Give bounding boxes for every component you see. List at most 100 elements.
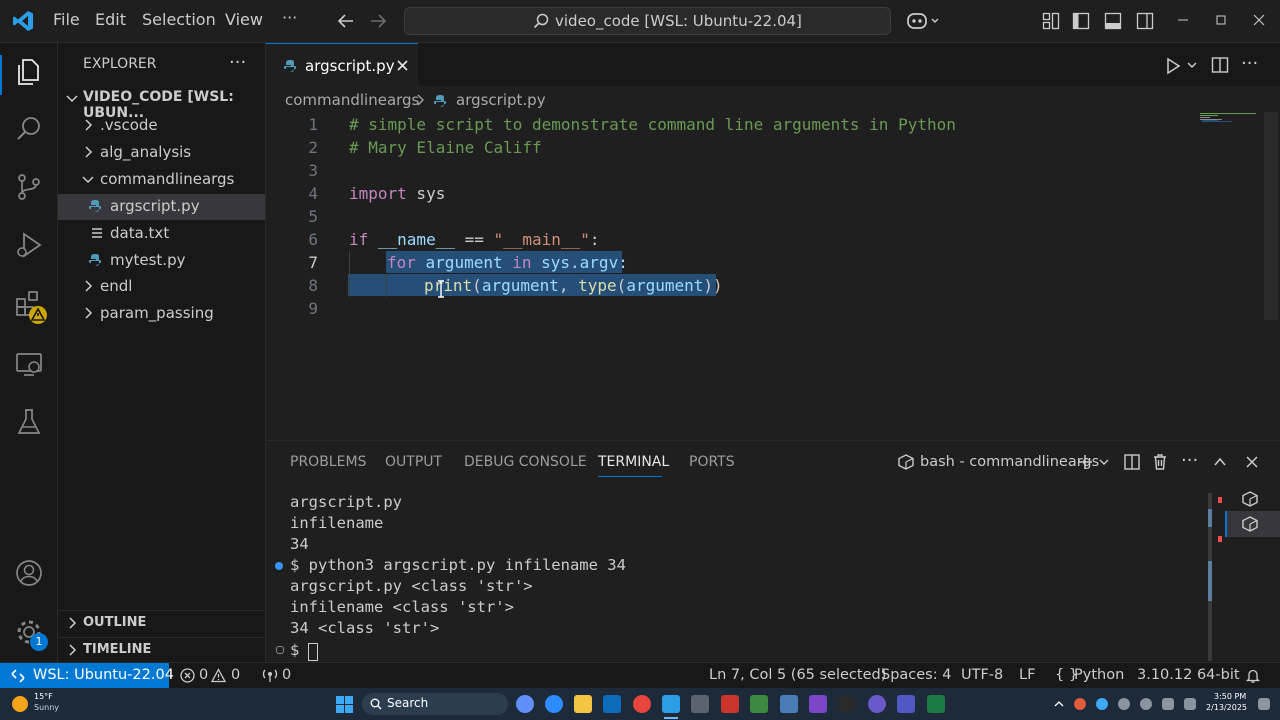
editor-scrollbar[interactable] — [1264, 112, 1278, 320]
breadcrumb-folder[interactable]: commandlineargs — [285, 91, 419, 109]
panel-more-icon[interactable]: ··· — [1181, 450, 1198, 471]
file-explorer-icon[interactable] — [574, 695, 592, 713]
command-center[interactable]: video_code [WSL: Ubuntu-22.04] — [404, 7, 891, 35]
sidebar-more-icon[interactable]: ··· — [229, 52, 246, 73]
app-icon-settings[interactable] — [780, 695, 798, 713]
discord-icon[interactable] — [868, 695, 886, 713]
remote-indicator[interactable]: WSL: Ubuntu-22.04 — [0, 663, 174, 688]
visual-studio-icon[interactable] — [809, 695, 827, 713]
chevron-down-icon[interactable] — [1186, 59, 1198, 71]
menu-file[interactable]: File — [53, 10, 80, 29]
copilot-icon[interactable] — [906, 11, 940, 31]
clock-time[interactable]: 3:50 PM — [1214, 692, 1246, 701]
onedrive-icon[interactable] — [1096, 698, 1108, 710]
maximize-icon[interactable] — [1214, 13, 1228, 27]
chevron-down-icon[interactable] — [1098, 456, 1110, 468]
vscode-taskbar-icon[interactable] — [662, 695, 680, 713]
tree-item-alg-analysis[interactable]: alg_analysis — [58, 140, 265, 166]
taskbar-search-box[interactable]: Search — [362, 693, 508, 715]
menu-view[interactable]: View — [225, 10, 263, 29]
indentation[interactable]: Spaces: 4 — [881, 667, 951, 683]
toggle-primary-sidebar-icon[interactable] — [1072, 12, 1090, 30]
source-control-icon[interactable] — [14, 172, 44, 202]
workspace-root[interactable]: VIDEO_CODE [WSL: UBUN... — [58, 86, 265, 121]
tab-problems[interactable]: PROBLEMS — [290, 454, 366, 470]
menu-more-icon[interactable]: ··· — [282, 8, 297, 27]
tab-ports[interactable]: PORTS — [689, 454, 735, 470]
split-editor-icon[interactable] — [1211, 56, 1229, 74]
accounts-icon[interactable] — [14, 558, 44, 588]
terminal-instance-bash-2[interactable] — [1225, 511, 1280, 537]
minimize-icon[interactable] — [1176, 13, 1190, 27]
maximize-panel-icon[interactable] — [1212, 454, 1228, 470]
toggle-panel-icon[interactable] — [1104, 12, 1122, 30]
terminal-app-icon[interactable] — [691, 695, 709, 713]
editor-more-icon[interactable]: ··· — [1241, 53, 1258, 74]
tree-item-commandlineargs[interactable]: commandlineargs — [58, 167, 265, 193]
language-mode[interactable]: Python — [1074, 667, 1124, 683]
cursor-position[interactable]: Ln 7, Col 5 (65 selected) — [709, 667, 886, 683]
run-python-file-icon[interactable] — [1164, 57, 1182, 75]
tray-icon[interactable] — [1074, 698, 1086, 710]
clock-date[interactable]: 2/13/2025 — [1206, 703, 1247, 712]
terminal[interactable]: argscript.py infilename 34 $ python3 arg… — [266, 491, 1206, 663]
toggle-secondary-sidebar-icon[interactable] — [1136, 12, 1154, 30]
outline-section[interactable]: OUTLINE — [58, 610, 265, 634]
ports-indicator[interactable]: 0 — [262, 663, 292, 688]
tree-item-param-passing[interactable]: param_passing — [58, 301, 265, 327]
code-editor[interactable]: 1 2 3 4 5 6 7 8 9 # simple script to dem… — [266, 112, 1280, 440]
back-arrow-icon[interactable] — [337, 12, 355, 30]
search-icon[interactable] — [14, 114, 44, 144]
windows-start-icon[interactable] — [336, 696, 353, 713]
end-of-line[interactable]: LF — [1019, 667, 1035, 683]
app-icon-green[interactable] — [750, 695, 768, 713]
tray-icon[interactable] — [1140, 698, 1152, 710]
close-panel-icon[interactable] — [1244, 454, 1260, 470]
testing-icon[interactable] — [14, 407, 44, 437]
copilot-app-icon[interactable] — [516, 695, 534, 713]
minimap[interactable] — [1198, 112, 1264, 124]
customize-layout-icon[interactable] — [1042, 12, 1060, 30]
tab-debug-console[interactable]: DEBUG CONSOLE — [464, 454, 587, 470]
terminal-name[interactable]: bash - commandlineargs — [920, 454, 1099, 470]
tab-argscript[interactable]: argscript.py — [266, 43, 418, 86]
menu-edit[interactable]: Edit — [95, 10, 126, 29]
chrome-icon[interactable] — [633, 695, 651, 713]
new-terminal-icon[interactable] — [1076, 453, 1094, 471]
wifi-icon[interactable] — [1162, 698, 1174, 710]
tree-item-endl[interactable]: endl — [58, 274, 265, 300]
excel-icon[interactable] — [927, 695, 945, 713]
notifications-bell-icon[interactable] — [1245, 668, 1261, 684]
run-debug-icon[interactable] — [14, 230, 44, 260]
python-interpreter[interactable]: 3.10.12 64-bit — [1137, 667, 1240, 683]
outlook-icon[interactable] — [603, 695, 621, 713]
close-window-icon[interactable] — [1252, 13, 1266, 27]
explorer-icon[interactable] — [14, 57, 44, 87]
split-terminal-icon[interactable] — [1123, 453, 1141, 471]
menu-selection[interactable]: Selection — [142, 10, 216, 29]
weather-sun-icon[interactable] — [12, 696, 28, 712]
app-icon-dark[interactable] — [838, 695, 856, 713]
tree-item-vscode[interactable]: .vscode — [58, 113, 265, 139]
tray-icon[interactable] — [1118, 698, 1130, 710]
chevron-up-icon[interactable] — [1054, 699, 1064, 709]
zoom-app-icon[interactable] — [545, 695, 563, 713]
breadcrumb-file[interactable]: argscript.py — [456, 91, 546, 109]
volume-icon[interactable] — [1184, 698, 1196, 710]
app-icon-red[interactable] — [721, 695, 739, 713]
tree-item-data-txt[interactable]: data.txt — [58, 221, 265, 247]
terminal-instance-bash-1[interactable] — [1225, 486, 1265, 512]
remote-explorer-icon[interactable] — [14, 349, 44, 379]
tree-item-mytest[interactable]: mytest.py — [58, 248, 265, 274]
timeline-section[interactable]: TIMELINE — [58, 637, 265, 661]
notification-icon[interactable] — [1258, 698, 1270, 710]
encoding[interactable]: UTF-8 — [961, 667, 1003, 683]
close-tab-icon[interactable] — [396, 59, 409, 72]
tab-output[interactable]: OUTPUT — [385, 454, 442, 470]
forward-arrow-icon[interactable] — [369, 12, 387, 30]
tree-item-argscript[interactable]: argscript.py — [58, 194, 265, 220]
problems-indicator[interactable]: 0 0 — [180, 663, 244, 688]
tab-terminal[interactable]: TERMINAL — [598, 454, 669, 470]
trash-icon[interactable] — [1151, 453, 1169, 471]
teams-icon[interactable] — [897, 695, 915, 713]
